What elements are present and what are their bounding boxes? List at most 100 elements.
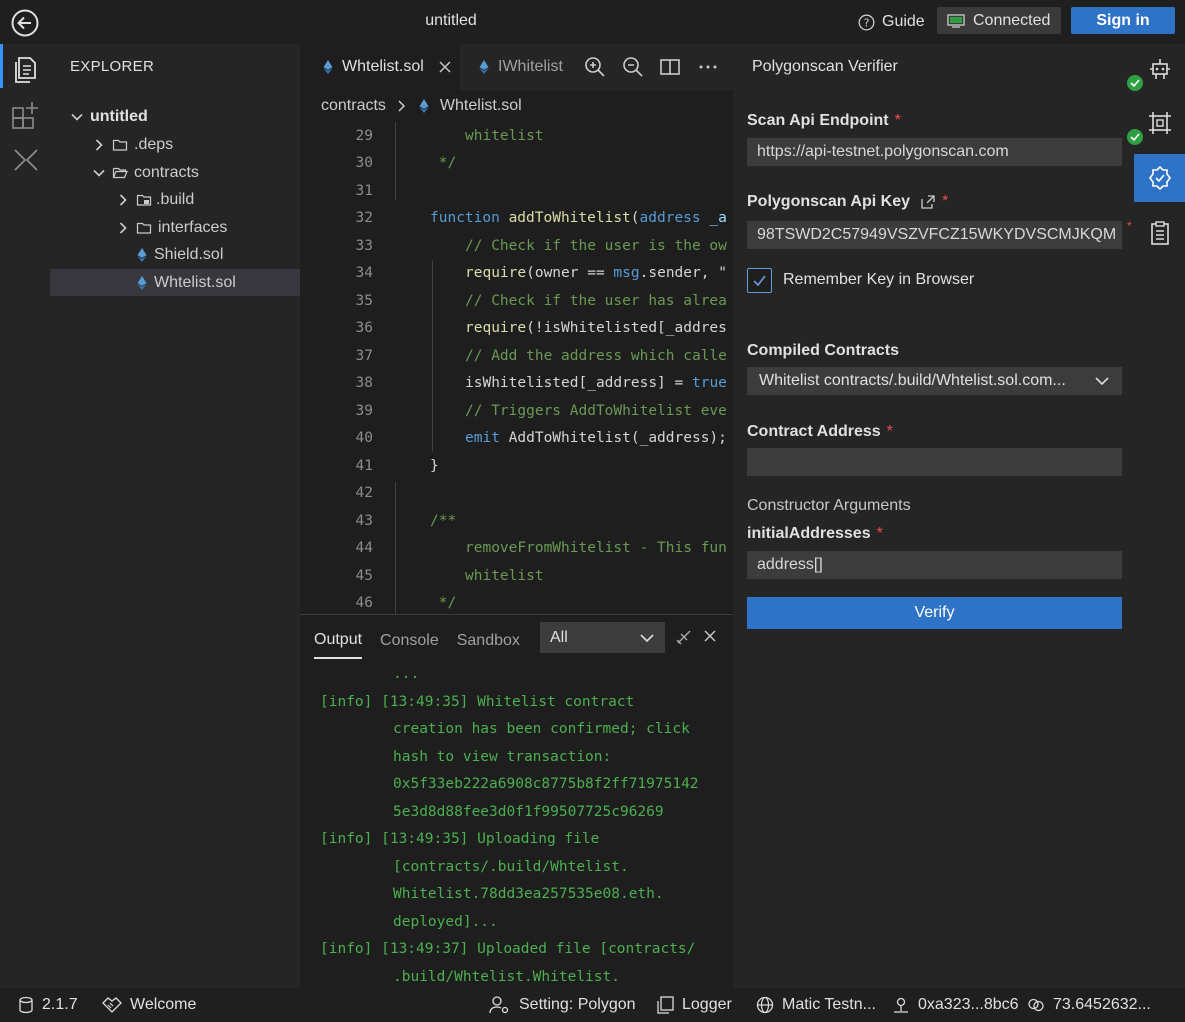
chevron-right-icon xyxy=(116,221,130,235)
logger-label: Logger xyxy=(682,996,732,1013)
output-panel: Output Console Sandbox All ... [info] [1… xyxy=(300,614,733,988)
initial-addresses-label: initialAddresses * xyxy=(747,525,883,542)
constructor-args-label: Constructor Arguments xyxy=(747,497,911,514)
tab-whtelist-sol[interactable]: Whtelist.sol xyxy=(300,44,460,90)
tree-label: .deps xyxy=(134,135,174,153)
endpoint-input[interactable]: https://api-testnet.polygonscan.com xyxy=(747,138,1122,166)
folder-icon xyxy=(112,137,128,153)
editor-tab-bar: Whtelist.sol IWhitelist xyxy=(300,44,733,90)
log-line: Whitelist.78dd3ea257535e08.eth. xyxy=(393,886,664,902)
globe-icon xyxy=(756,996,774,1014)
tree-label: contracts xyxy=(134,163,199,181)
coins-icon xyxy=(1027,996,1045,1014)
help-icon: ? xyxy=(858,14,875,31)
zoom-in-icon[interactable] xyxy=(584,56,606,78)
code-line: 46 */ xyxy=(355,595,457,612)
verify-button[interactable]: Verify xyxy=(747,597,1122,629)
tab-output[interactable]: Output xyxy=(314,623,363,659)
active-indicator xyxy=(0,44,3,88)
welcome-item[interactable]: Welcome xyxy=(102,988,196,1022)
setting-item[interactable]: Setting: Polygon xyxy=(489,988,636,1022)
log-line: [info] [13:49:35] Uploading file xyxy=(320,831,600,847)
log-line: [info] [13:49:35] Whitelist contract xyxy=(320,693,635,710)
files-icon[interactable] xyxy=(10,54,42,86)
log-line: 5e3d8d88fee3d0f1f99507725c96269 xyxy=(393,803,664,820)
tab-iwhitelist[interactable]: IWhitelist xyxy=(460,44,568,90)
tree-item-deps[interactable]: .deps xyxy=(50,131,300,158)
robot-icon[interactable] xyxy=(1147,56,1173,82)
code-line: 45 whitelist xyxy=(355,567,544,584)
breadcrumb: contracts Whtelist.sol xyxy=(300,92,733,120)
external-link-icon[interactable] xyxy=(920,195,936,209)
ethereum-icon xyxy=(418,98,430,114)
tab-console[interactable]: Console xyxy=(380,623,439,659)
log-line: 0x5f33eb222a6908c8775b8f2ff71975142 xyxy=(393,776,699,792)
breadcrumb-folder[interactable]: contracts xyxy=(321,97,386,115)
code-line: 44 removeFromWhitelist - This fun xyxy=(355,540,727,557)
desktop-icon xyxy=(947,13,965,28)
chevron-right-icon xyxy=(116,193,130,207)
initial-addresses-input[interactable]: address[] xyxy=(747,551,1122,579)
contract-address-input[interactable] xyxy=(747,448,1122,476)
tree-item-untitled[interactable]: untitled xyxy=(50,103,300,130)
user-gear-icon xyxy=(489,996,511,1014)
ethereum-icon xyxy=(134,247,150,263)
remember-key-checkbox[interactable] xyxy=(747,268,772,293)
tree-item-whtelist-sol[interactable]: Whtelist.sol xyxy=(50,269,300,296)
code-line: 34 require(owner == msg.sender, " xyxy=(355,265,727,282)
welcome-label: Welcome xyxy=(130,996,197,1013)
zoom-out-icon[interactable] xyxy=(622,56,644,78)
version-item[interactable]: 2.1.7 xyxy=(18,988,78,1022)
editor-actions xyxy=(570,44,733,90)
guide-button[interactable]: ? Guide xyxy=(858,11,925,33)
svg-text:?: ? xyxy=(864,16,870,29)
network-item[interactable]: Matic Testn... xyxy=(756,988,876,1022)
more-icon[interactable] xyxy=(697,56,719,78)
close-icon[interactable] xyxy=(438,60,452,74)
tree-item-interfaces[interactable]: interfaces xyxy=(50,214,300,241)
verifier-gear-icon[interactable] xyxy=(1147,165,1173,191)
logger-item[interactable]: Logger xyxy=(656,988,732,1022)
log-line: [info] [13:49:37] Uploaded file [contrac… xyxy=(320,941,696,957)
filter-value: All xyxy=(550,628,568,646)
tab-sandbox[interactable]: Sandbox xyxy=(457,623,520,659)
sign-in-button[interactable]: Sign in xyxy=(1071,7,1175,34)
compiled-contracts-select[interactable]: Whitelist contracts/.build/Whtelist.sol.… xyxy=(747,367,1122,395)
balance-item[interactable]: 73.6452632... xyxy=(1027,988,1151,1022)
apikey-input[interactable]: 98TSWD2C57949VSZVFCZ15WKYDVSCMJKQM xyxy=(747,221,1122,249)
code-line: 42 xyxy=(355,485,373,502)
breadcrumb-file[interactable]: Whtelist.sol xyxy=(440,97,522,115)
tree-item-contracts[interactable]: contracts xyxy=(50,159,300,186)
account-label: 0xa323...8bc6 xyxy=(918,996,1019,1013)
activity-bar xyxy=(0,44,50,988)
log-line: ... xyxy=(393,666,420,682)
ethereum-icon xyxy=(478,59,490,75)
setting-label: Setting: Polygon xyxy=(519,996,636,1013)
deploy-icon[interactable] xyxy=(1147,110,1173,136)
code-line: 33// Check if the user is the ow xyxy=(355,237,727,254)
log-filter-select[interactable]: All xyxy=(540,622,665,653)
log-line: hash to view transaction: xyxy=(393,748,612,765)
account-item[interactable]: 0xa323...8bc6 xyxy=(892,988,1019,1022)
ethereum-icon xyxy=(134,275,150,291)
success-check-icon xyxy=(1126,128,1144,146)
log-line: deployed]... xyxy=(393,913,498,930)
tab-label: IWhitelist xyxy=(498,58,563,75)
code-line: 43/** xyxy=(355,512,457,529)
connected-button[interactable]: Connected xyxy=(937,7,1061,34)
close-icon[interactable] xyxy=(703,629,717,643)
tree-item-shield-sol[interactable]: Shield.sol xyxy=(50,241,300,268)
code-line: 35// Check if the user has alrea xyxy=(355,292,727,309)
clear-output-icon[interactable] xyxy=(675,628,693,646)
chevron-down-icon xyxy=(70,110,84,124)
copy-icon xyxy=(656,996,674,1014)
extensions-icon[interactable] xyxy=(10,99,42,131)
split-editor-icon[interactable] xyxy=(659,56,681,78)
source-control-icon[interactable] xyxy=(10,144,42,176)
title-bar: untitled ? Guide Connected Sign in xyxy=(0,0,1185,44)
tree-item-build[interactable]: .build xyxy=(50,186,300,213)
folder-open-icon xyxy=(112,165,128,181)
clipboard-icon[interactable] xyxy=(1147,220,1173,246)
tree-label: untitled xyxy=(90,107,148,125)
code-line: 38 isWhitelisted[_address] = true xyxy=(355,375,727,392)
